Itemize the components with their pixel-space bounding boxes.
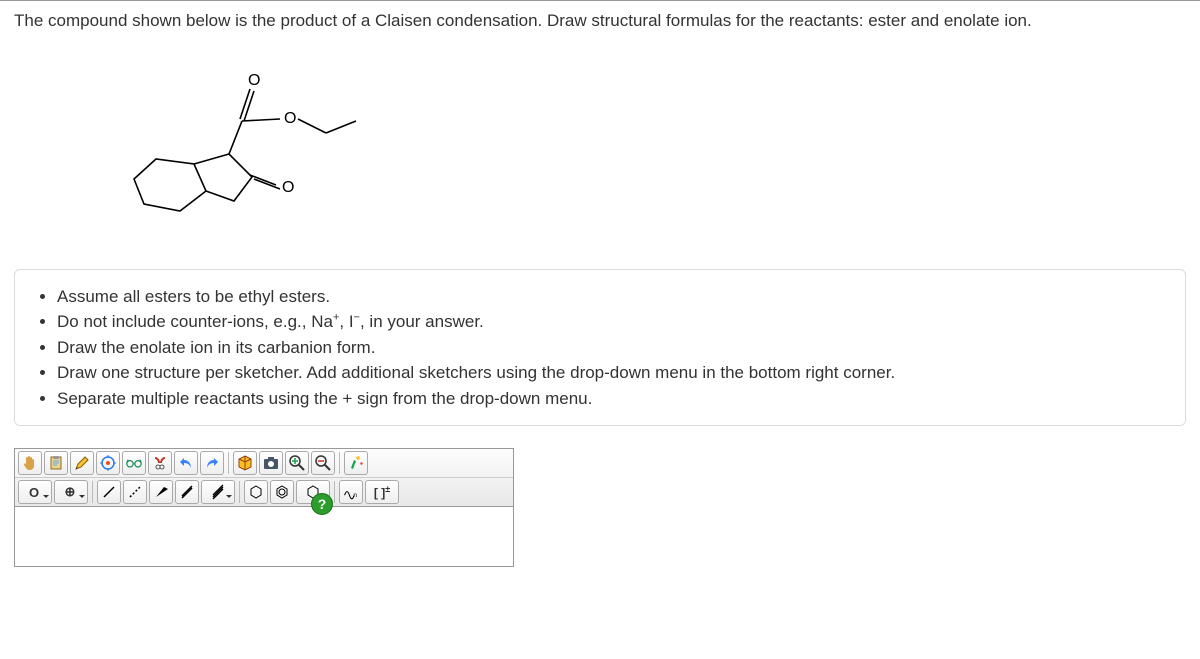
- hand-tool[interactable]: [18, 451, 42, 475]
- atom-picker-label: O: [25, 485, 45, 500]
- paste-button[interactable]: [44, 451, 68, 475]
- instruction-item: Draw the enolate ion in its carbanion fo…: [57, 335, 1165, 361]
- toolbar-separator: [239, 481, 240, 503]
- toolbar-separator: [228, 452, 229, 474]
- chain-tool[interactable]: n: [339, 480, 363, 504]
- instruction-item: Do not include counter-ions, e.g., Na+, …: [57, 309, 1165, 335]
- single-bond-tool[interactable]: [97, 480, 121, 504]
- toolbar-separator: [339, 452, 340, 474]
- clean-structure-button[interactable]: [344, 451, 368, 475]
- instruction-item: Separate multiple reactants using the + …: [57, 386, 1165, 412]
- benzene-ring-tool[interactable]: [244, 480, 268, 504]
- view-3d-button[interactable]: [233, 451, 257, 475]
- zoom-out-button[interactable]: [311, 451, 335, 475]
- charge-picker-label: ⊕: [61, 484, 82, 500]
- pencil-tool[interactable]: [70, 451, 94, 475]
- sketcher-toolbar: O ⊕ n [ ]±: [14, 448, 514, 507]
- product-structure-image: O O O: [94, 49, 374, 249]
- svg-text:O: O: [282, 179, 294, 196]
- atom-picker[interactable]: O: [18, 480, 52, 504]
- question-text: The compound shown below is the product …: [14, 9, 1186, 33]
- target-tool[interactable]: [96, 451, 120, 475]
- sketcher-canvas[interactable]: ?: [14, 507, 514, 567]
- instructions-panel: Assume all esters to be ethyl esters. Do…: [14, 269, 1186, 427]
- bracket-tool[interactable]: [ ]±: [365, 480, 399, 504]
- instruction-item: Draw one structure per sketcher. Add add…: [57, 360, 1165, 386]
- toolbar-separator: [92, 481, 93, 503]
- triple-bond-tool[interactable]: [201, 480, 235, 504]
- cut-bond-tool[interactable]: [148, 451, 172, 475]
- zoom-in-button[interactable]: [285, 451, 309, 475]
- snapshot-button[interactable]: [259, 451, 283, 475]
- undo-button[interactable]: [174, 451, 198, 475]
- svg-text:O: O: [248, 72, 260, 89]
- redo-button[interactable]: [200, 451, 224, 475]
- help-button[interactable]: ?: [311, 493, 333, 515]
- wedge-bond-tool[interactable]: [149, 480, 173, 504]
- svg-text:O: O: [284, 110, 296, 127]
- structure-sketcher: O ⊕ n [ ]± ?: [14, 448, 514, 567]
- cyclohexane-tool[interactable]: [270, 480, 294, 504]
- double-bond-tool[interactable]: [175, 480, 199, 504]
- dashed-bond-tool[interactable]: [123, 480, 147, 504]
- glasses-tool[interactable]: [122, 451, 146, 475]
- toolbar-separator: [334, 481, 335, 503]
- charge-picker[interactable]: ⊕: [54, 480, 88, 504]
- instruction-item: Assume all esters to be ethyl esters.: [57, 284, 1165, 310]
- svg-text:n: n: [353, 492, 357, 499]
